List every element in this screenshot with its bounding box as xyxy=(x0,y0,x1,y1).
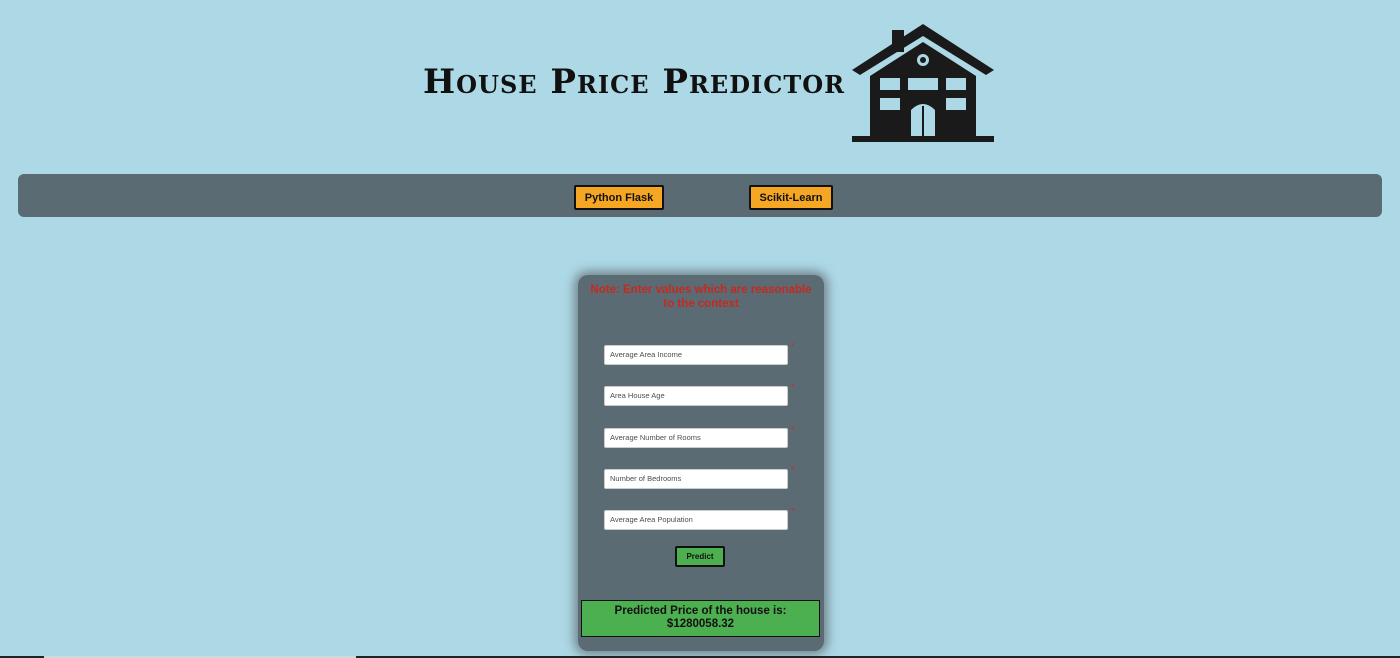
area-house-age-input[interactable] xyxy=(604,385,788,406)
required-marker: * xyxy=(791,506,795,516)
python-flask-button[interactable]: Python Flask xyxy=(574,185,664,210)
rooms-field-wrapper: * xyxy=(604,424,795,448)
required-marker: * xyxy=(791,382,795,392)
prediction-result: Predicted Price of the house is: $128005… xyxy=(581,600,820,637)
number-of-bedrooms-input[interactable] xyxy=(604,468,788,489)
house-icon xyxy=(852,24,994,142)
page-title: House Price Predictor xyxy=(423,62,846,102)
required-marker: * xyxy=(791,341,795,351)
result-value: $1280058.32 xyxy=(666,618,735,630)
scikit-learn-button[interactable]: Scikit-Learn xyxy=(749,185,833,210)
average-area-population-input[interactable] xyxy=(604,509,788,530)
required-marker: * xyxy=(791,465,795,475)
required-marker: * xyxy=(791,424,795,434)
population-field-wrapper: * xyxy=(604,506,795,530)
bedrooms-field-wrapper: * xyxy=(604,465,795,489)
income-field-wrapper: * xyxy=(604,341,795,365)
form-note: Note: Enter values which are reasonable … xyxy=(590,284,812,310)
prediction-form-card: Note: Enter values which are reasonable … xyxy=(578,275,824,651)
result-label: Predicted Price of the house is: xyxy=(614,605,787,617)
predict-button[interactable]: Predict xyxy=(675,546,725,567)
page-header: House Price Predictor xyxy=(0,0,1400,160)
average-area-income-input[interactable] xyxy=(604,344,788,365)
age-field-wrapper: * xyxy=(604,382,795,406)
navbar: Python Flask Scikit-Learn xyxy=(18,174,1382,217)
average-number-of-rooms-input[interactable] xyxy=(604,427,788,448)
